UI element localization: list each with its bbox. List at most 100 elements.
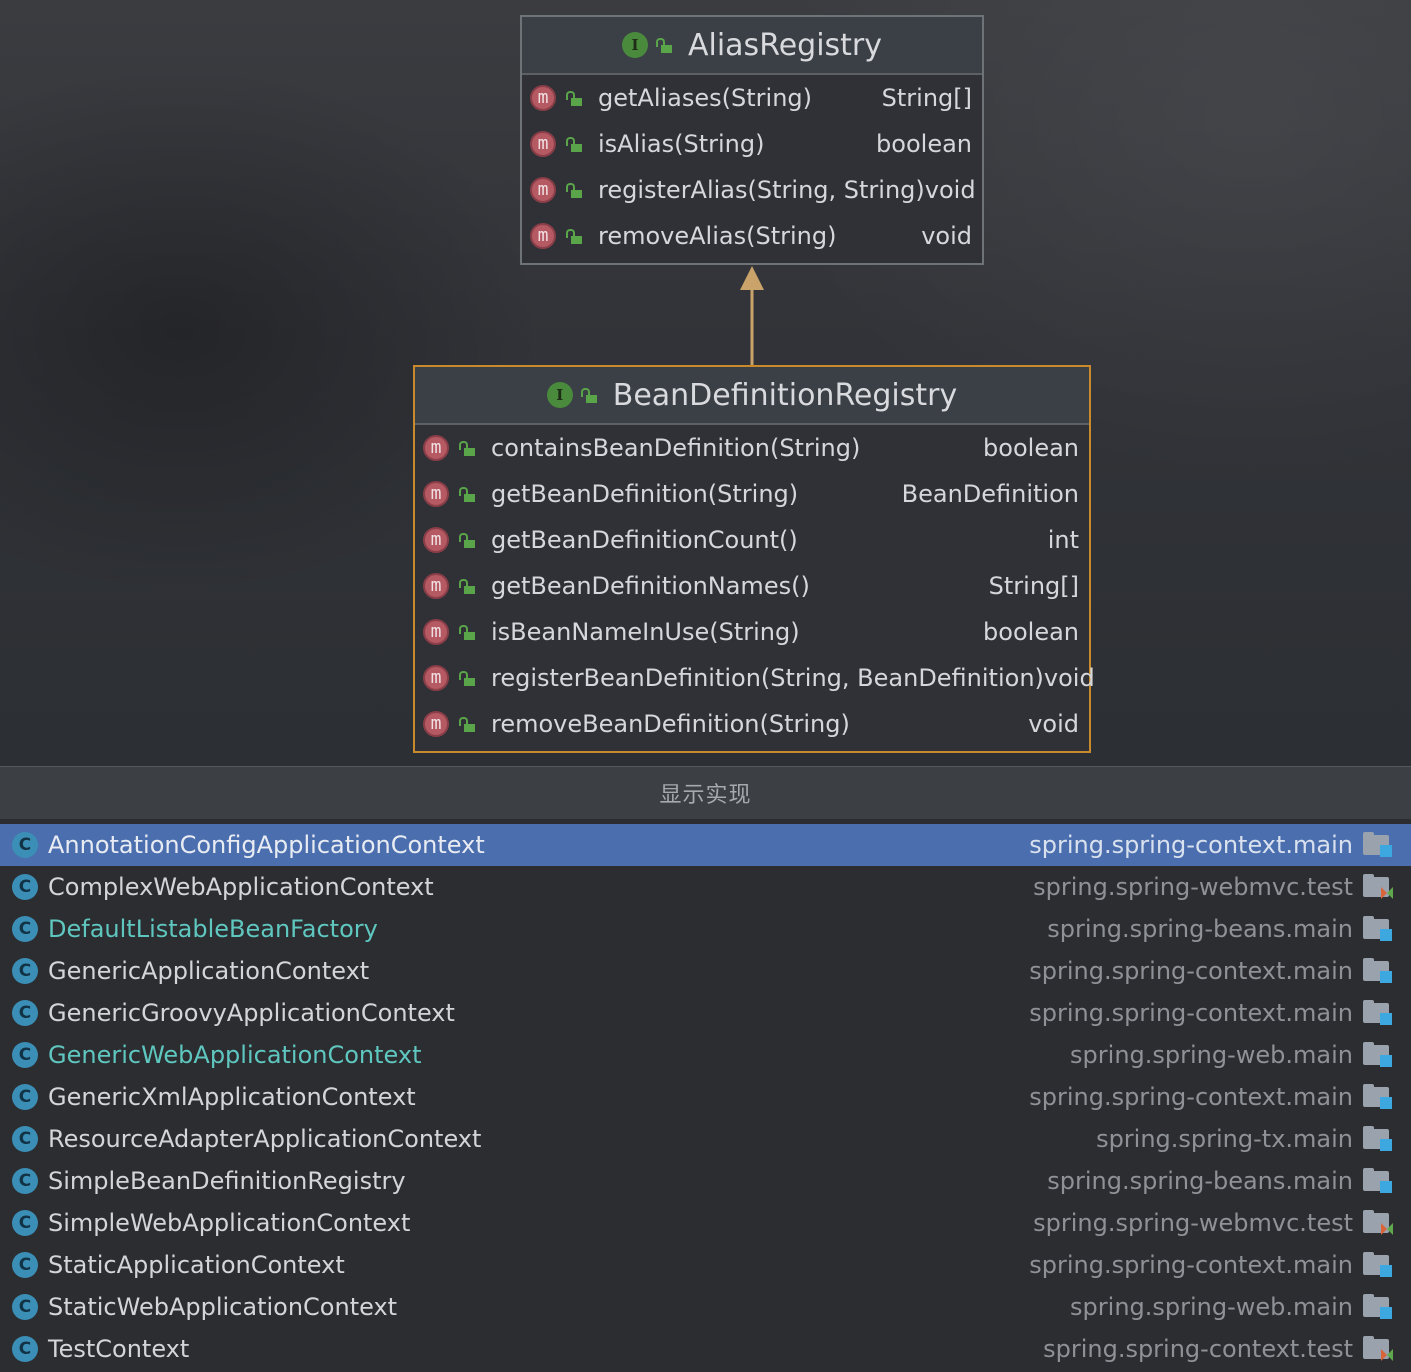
method-signature: getAliases(String) xyxy=(598,84,812,112)
method-signature: isAlias(String) xyxy=(598,130,765,158)
module-name: spring.spring-tx.main xyxy=(1096,1125,1353,1153)
interface-icons: I xyxy=(621,32,674,58)
class-name: GenericGroovyApplicationContext xyxy=(48,999,455,1027)
method-signature: isBeanNameInUse(String) xyxy=(491,618,800,646)
module-name: spring.spring-context.test xyxy=(1043,1335,1353,1363)
class-name: GenericWebApplicationContext xyxy=(48,1041,422,1069)
bean-definition-registry-node[interactable]: I BeanDefinitionRegistry m containsBeanDe… xyxy=(413,365,1095,753)
method-row[interactable]: m removeBeanDefinition(String) void xyxy=(415,701,1089,747)
method-list: m containsBeanDefinition(String) boolean m g… xyxy=(415,425,1095,747)
implementations-popup-title: 显示实现 xyxy=(0,766,1411,819)
alias-registry-node[interactable]: I AliasRegistry m getAliases(String) Strin… xyxy=(520,15,984,265)
method-signature: registerAlias(String, String) xyxy=(598,176,925,204)
module-name: spring.spring-context.main xyxy=(1029,999,1353,1027)
public-access-icon xyxy=(459,485,477,503)
method-return-type: boolean xyxy=(983,618,1079,646)
method-row[interactable]: m containsBeanDefinition(String) boolean xyxy=(415,425,1089,471)
class-name: GenericXmlApplicationContext xyxy=(48,1083,416,1111)
implementation-row[interactable]: C DefaultListableBeanFactory spring.spring… xyxy=(0,908,1411,950)
class-name: SimpleBeanDefinitionRegistry xyxy=(48,1167,406,1195)
node-header: I BeanDefinitionRegistry xyxy=(415,367,1089,425)
method-signature: getBeanDefinition(String) xyxy=(491,480,799,508)
method-icon: m xyxy=(423,619,449,645)
module-name: spring.spring-context.main xyxy=(1029,1083,1353,1111)
source-module-folder-icon xyxy=(1363,1041,1395,1069)
class-name: DefaultListableBeanFactory xyxy=(48,915,378,943)
inheritance-arrowhead xyxy=(740,266,764,290)
public-access-icon xyxy=(566,227,584,245)
interface-icon: I xyxy=(621,32,648,58)
implementation-row[interactable]: C StaticWebApplicationContext spring.sprin… xyxy=(0,1286,1411,1328)
implementation-row[interactable]: C GenericGroovyApplicationContext spring.s… xyxy=(0,992,1411,1034)
method-signature: removeAlias(String) xyxy=(598,222,837,250)
public-access-icon xyxy=(459,577,477,595)
public-access-icon xyxy=(459,669,477,687)
method-row[interactable]: m getBeanDefinitionNames() String[] xyxy=(415,563,1089,609)
class-name: StaticWebApplicationContext xyxy=(48,1293,398,1321)
class-icon: C xyxy=(12,1000,38,1026)
implementation-row[interactable]: C ComplexWebApplicationContext spring.spri… xyxy=(0,866,1411,908)
class-icon: C xyxy=(12,958,38,984)
method-return-type: void xyxy=(1043,664,1095,692)
class-icon: C xyxy=(12,1210,38,1236)
implementation-row[interactable]: C GenericXmlApplicationContext spring.spri… xyxy=(0,1076,1411,1118)
implementation-row[interactable]: C GenericApplicationContext spring.spring-… xyxy=(0,950,1411,992)
source-module-folder-icon xyxy=(1363,1293,1395,1321)
implementation-row[interactable]: C SimpleWebApplicationContext spring.sprin… xyxy=(0,1202,1411,1244)
source-module-folder-icon xyxy=(1363,957,1395,985)
module-name: spring.spring-context.main xyxy=(1029,831,1353,859)
module-name: spring.spring-web.main xyxy=(1070,1293,1353,1321)
method-return-type: boolean xyxy=(876,130,972,158)
public-access-icon xyxy=(459,531,477,549)
node-title: AliasRegistry xyxy=(687,27,883,63)
module-name: spring.spring-beans.main xyxy=(1047,915,1353,943)
method-row[interactable]: m isBeanNameInUse(String) boolean xyxy=(415,609,1089,655)
class-icon: C xyxy=(12,874,38,900)
implementations-list: C AnnotationConfigApplicationContext sprin… xyxy=(0,824,1411,1370)
class-name: StaticApplicationContext xyxy=(48,1251,345,1279)
implementation-row[interactable]: C StaticApplicationContext spring.spring-c… xyxy=(0,1244,1411,1286)
method-signature: getBeanDefinitionNames() xyxy=(491,572,810,600)
public-access-icon xyxy=(566,135,584,153)
class-icon: C xyxy=(12,1252,38,1278)
class-icon: C xyxy=(12,1168,38,1194)
implementation-row[interactable]: C AnnotationConfigApplicationContext sprin… xyxy=(0,824,1411,866)
method-row[interactable]: m removeAlias(String) void xyxy=(522,213,982,259)
method-icon: m xyxy=(423,573,449,599)
method-return-type: void xyxy=(1028,710,1079,738)
interface-icon: I xyxy=(546,382,573,408)
implementation-row[interactable]: C SimpleBeanDefinitionRegistry spring.spri… xyxy=(0,1160,1411,1202)
method-row[interactable]: m registerBeanDefinition(String, BeanDefi… xyxy=(415,655,1095,701)
module-name: spring.spring-beans.main xyxy=(1047,1167,1353,1195)
test-module-folder-icon xyxy=(1363,1209,1395,1237)
method-signature: containsBeanDefinition(String) xyxy=(491,434,861,462)
public-access-icon xyxy=(459,439,477,457)
method-icon: m xyxy=(423,435,449,461)
method-row[interactable]: m getBeanDefinition(String) BeanDefinition xyxy=(415,471,1089,517)
implementation-row[interactable]: C ResourceAdapterApplicationContext spring… xyxy=(0,1118,1411,1160)
class-name: AnnotationConfigApplicationContext xyxy=(48,831,485,859)
method-row[interactable]: m getAliases(String) String[] xyxy=(522,75,982,121)
module-name: spring.spring-web.main xyxy=(1070,1041,1353,1069)
implementation-row[interactable]: C GenericWebApplicationContext spring.spri… xyxy=(0,1034,1411,1076)
module-name: spring.spring-context.main xyxy=(1029,1251,1353,1279)
class-icon: C xyxy=(12,1084,38,1110)
method-row[interactable]: m getBeanDefinitionCount() int xyxy=(415,517,1089,563)
method-row[interactable]: m registerAlias(String, String) void xyxy=(522,167,982,213)
source-module-folder-icon xyxy=(1363,1167,1395,1195)
method-return-type: int xyxy=(1047,526,1079,554)
method-row[interactable]: m isAlias(String) boolean xyxy=(522,121,982,167)
public-access-icon xyxy=(580,386,599,404)
public-access-icon xyxy=(459,715,477,733)
module-name: spring.spring-context.main xyxy=(1029,957,1353,985)
method-icon: m xyxy=(423,481,449,507)
method-icon: m xyxy=(530,85,556,111)
module-name: spring.spring-webmvc.test xyxy=(1033,873,1353,901)
method-signature: registerBeanDefinition(String, BeanDefin… xyxy=(491,664,1044,692)
source-module-folder-icon xyxy=(1363,999,1395,1027)
class-icon: C xyxy=(12,1294,38,1320)
uml-diagram-canvas: I AliasRegistry m getAliases(String) Strin… xyxy=(0,0,1411,766)
class-name: ResourceAdapterApplicationContext xyxy=(48,1125,482,1153)
implementation-row[interactable]: C TestContext spring.spring-context.test xyxy=(0,1328,1411,1370)
method-icon: m xyxy=(423,527,449,553)
